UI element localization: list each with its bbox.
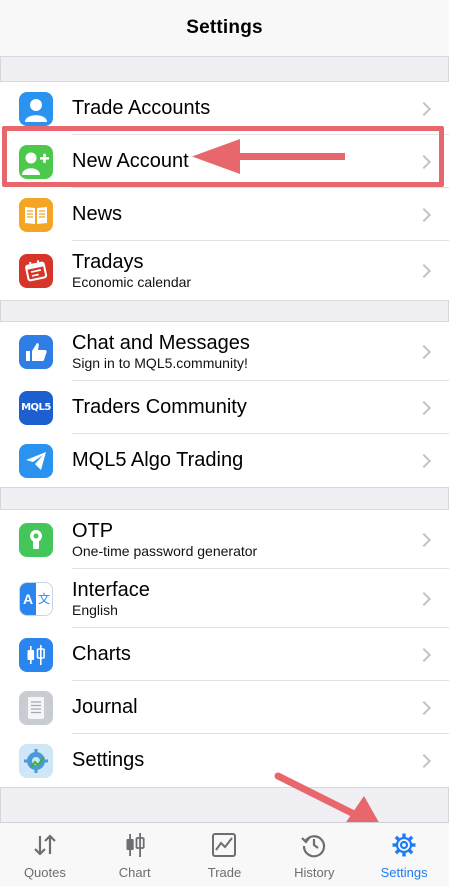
tab-label: Settings — [380, 865, 428, 880]
chevron-right-icon — [416, 453, 432, 468]
tab-quotes[interactable]: Quotes — [0, 823, 90, 886]
row-interface[interactable]: A 文 Interface English — [0, 569, 449, 628]
row-otp[interactable]: OTP One-time password generator — [0, 510, 449, 569]
mql5-logo-icon: MQL5 — [19, 390, 53, 425]
row-label: Trade Accounts — [72, 97, 211, 119]
row-label: Interface — [72, 578, 150, 601]
row-traders-community[interactable]: MQL5 Traders Community — [0, 381, 449, 434]
row-charts[interactable]: Charts — [0, 628, 449, 681]
row-label: Chat and Messages — [72, 331, 250, 354]
keyhole-icon — [19, 522, 53, 557]
tab-bar: Quotes Chart Trade History Settings — [0, 822, 449, 886]
chevron-right-icon — [416, 532, 432, 547]
trade-icon — [212, 833, 237, 857]
chart-icon — [126, 833, 145, 857]
add-user-icon — [19, 144, 53, 179]
chevron-right-icon — [416, 207, 432, 222]
row-new-account[interactable]: New Account — [0, 135, 449, 188]
chevron-right-icon — [416, 700, 432, 715]
calendar-icon — [19, 253, 53, 288]
row-trade-accounts[interactable]: Trade Accounts — [0, 82, 449, 135]
tab-chart[interactable]: Chart — [90, 823, 180, 886]
translate-glyph-latin: A — [22, 590, 34, 607]
row-mql5-algo-trading[interactable]: MQL5 Algo Trading — [0, 434, 449, 487]
mql5-logo-text: MQL5 — [21, 402, 51, 413]
chevron-right-icon — [416, 263, 432, 278]
chevron-right-icon — [416, 400, 432, 415]
row-settings[interactable]: Settings — [0, 734, 449, 787]
book-icon — [19, 197, 53, 232]
row-label: Tradays — [72, 250, 144, 273]
gear-icon — [392, 833, 416, 857]
tab-trade[interactable]: Trade — [180, 823, 270, 886]
chevron-right-icon — [416, 154, 432, 169]
gear-app-icon — [19, 743, 53, 778]
row-label: New Account — [72, 150, 189, 172]
thumbs-up-icon — [19, 334, 53, 369]
tab-label: Trade — [207, 865, 242, 880]
translate-glyph-cjk: 文 — [37, 592, 50, 606]
row-label: MQL5 Algo Trading — [72, 449, 244, 471]
chevron-right-icon — [416, 647, 432, 662]
row-journal[interactable]: Journal — [0, 681, 449, 734]
translate-icon: A 文 — [19, 581, 53, 616]
document-icon — [19, 690, 53, 725]
row-subtitle: Sign in to MQL5.community! — [72, 354, 248, 371]
row-label: Traders Community — [72, 396, 247, 418]
row-news[interactable]: News — [0, 188, 449, 241]
send-icon — [19, 443, 53, 478]
tab-label: Quotes — [23, 865, 66, 880]
navigation-bar: Settings — [0, 0, 449, 57]
page-title: Settings — [186, 17, 263, 38]
row-label: OTP — [72, 519, 114, 542]
settings-group-accounts: Trade Accounts New Account News Tradays … — [0, 81, 449, 301]
tab-label: Chart — [118, 865, 151, 880]
chevron-right-icon — [416, 101, 432, 116]
row-tradays[interactable]: Tradays Economic calendar — [0, 241, 449, 300]
settings-group-community: Chat and Messages Sign in to MQL5.commun… — [0, 321, 449, 488]
row-subtitle: One-time password generator — [72, 542, 258, 559]
row-label: News — [72, 203, 123, 225]
user-icon — [19, 91, 53, 126]
row-label: Settings — [72, 749, 145, 771]
row-label: Journal — [72, 696, 138, 718]
quotes-icon — [34, 834, 56, 856]
tab-label: History — [294, 865, 335, 880]
chevron-right-icon — [416, 753, 432, 768]
candlestick-icon — [19, 637, 53, 672]
history-icon — [301, 835, 326, 858]
row-label: Charts — [72, 643, 131, 665]
tab-settings[interactable]: Settings — [359, 823, 449, 886]
row-subtitle: English — [72, 601, 118, 618]
chevron-right-icon — [416, 344, 432, 359]
tab-history[interactable]: History — [269, 823, 359, 886]
chevron-right-icon — [416, 591, 432, 606]
row-chat-and-messages[interactable]: Chat and Messages Sign in to MQL5.commun… — [0, 322, 449, 381]
row-subtitle: Economic calendar — [72, 273, 192, 290]
settings-group-app: OTP One-time password generator A 文 Inte… — [0, 509, 449, 788]
